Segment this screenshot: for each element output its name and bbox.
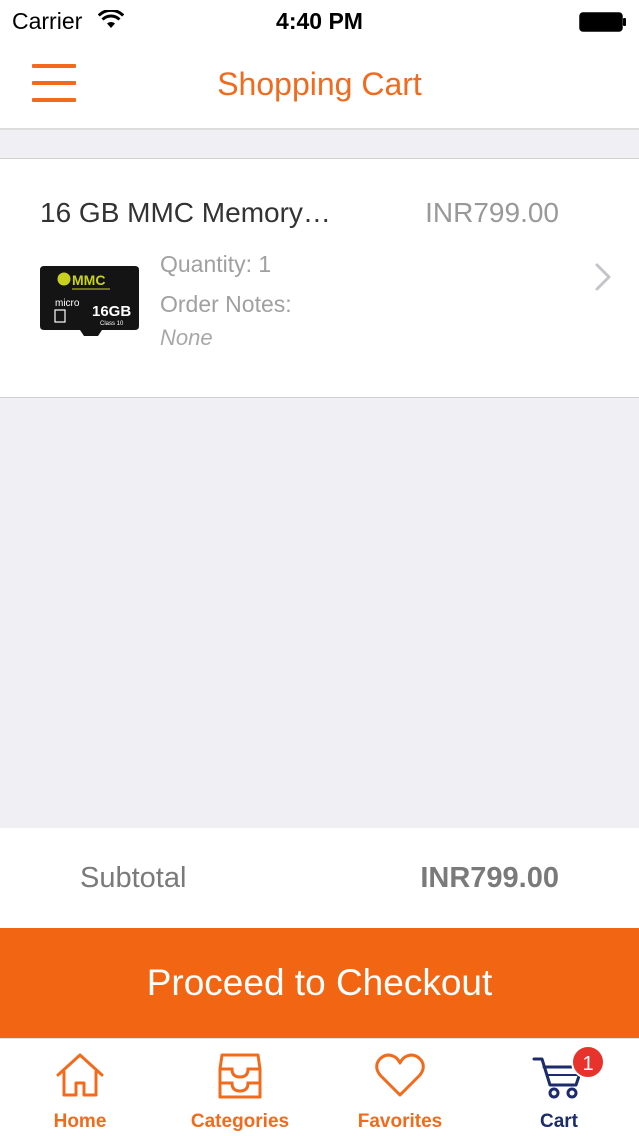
product-price: INR799.00 — [425, 197, 559, 228]
svg-text:micro: micro — [55, 298, 80, 309]
heart-icon — [374, 1051, 426, 1104]
tab-favorites-label: Favorites — [357, 1111, 443, 1132]
quantity-label: Quantity: 1 — [160, 251, 272, 277]
product-thumbnail: MMC micro 16GB Class 10 — [40, 266, 139, 338]
cart-item-row[interactable]: 16 GB MMC Memory… INR799.00 MMC micro 16… — [0, 158, 639, 398]
clock: 4:40 PM — [276, 8, 363, 34]
tab-bar: Home Categories Favorites 1 Cart — [0, 1038, 639, 1136]
subtotal-amount: INR799.00 — [420, 862, 559, 894]
tab-categories[interactable]: Categories — [160, 1039, 320, 1136]
proceed-to-checkout-button[interactable]: Proceed to Checkout — [0, 928, 639, 1038]
tab-favorites[interactable]: Favorites — [320, 1039, 480, 1136]
battery-icon — [579, 12, 627, 37]
tab-cart-label: Cart — [539, 1111, 578, 1132]
page-title: Shopping Cart — [217, 66, 422, 102]
tab-home-label: Home — [53, 1111, 107, 1132]
subtotal-bar: Subtotal INR799.00 — [0, 828, 639, 928]
svg-text:MMC: MMC — [72, 272, 105, 288]
order-notes-value: None — [160, 325, 213, 350]
home-icon — [54, 1051, 106, 1104]
nav-bar: Shopping Cart — [0, 40, 639, 130]
order-notes-label: Order Notes: — [160, 291, 292, 317]
tab-home[interactable]: Home — [0, 1039, 160, 1136]
cart-count-badge: 1 — [571, 1045, 605, 1079]
svg-text:Class 10: Class 10 — [100, 321, 124, 327]
subtotal-label: Subtotal — [80, 862, 187, 894]
status-bar: Carrier 4:40 PM — [0, 0, 639, 40]
tab-categories-label: Categories — [190, 1111, 290, 1132]
product-name: 16 GB MMC Memory… — [40, 197, 331, 228]
tab-cart[interactable]: 1 Cart — [479, 1039, 639, 1136]
svg-text:16GB: 16GB — [92, 303, 131, 320]
chevron-right-icon — [595, 263, 611, 296]
categories-icon — [216, 1051, 264, 1106]
